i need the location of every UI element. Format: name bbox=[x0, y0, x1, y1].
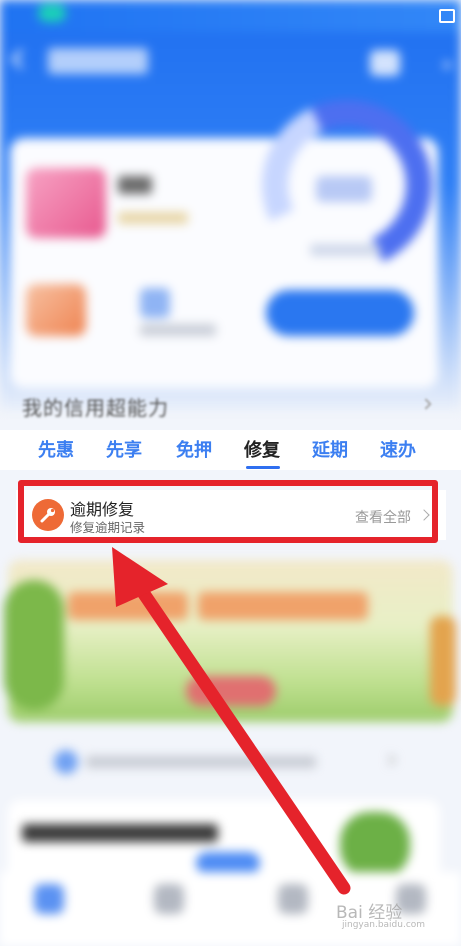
watermark-url: jingyan.baidu.com bbox=[342, 920, 426, 930]
baidu-watermark: Bai 经验 jingyan.baidu.com bbox=[336, 898, 425, 930]
annotation-arrow bbox=[112, 547, 351, 895]
